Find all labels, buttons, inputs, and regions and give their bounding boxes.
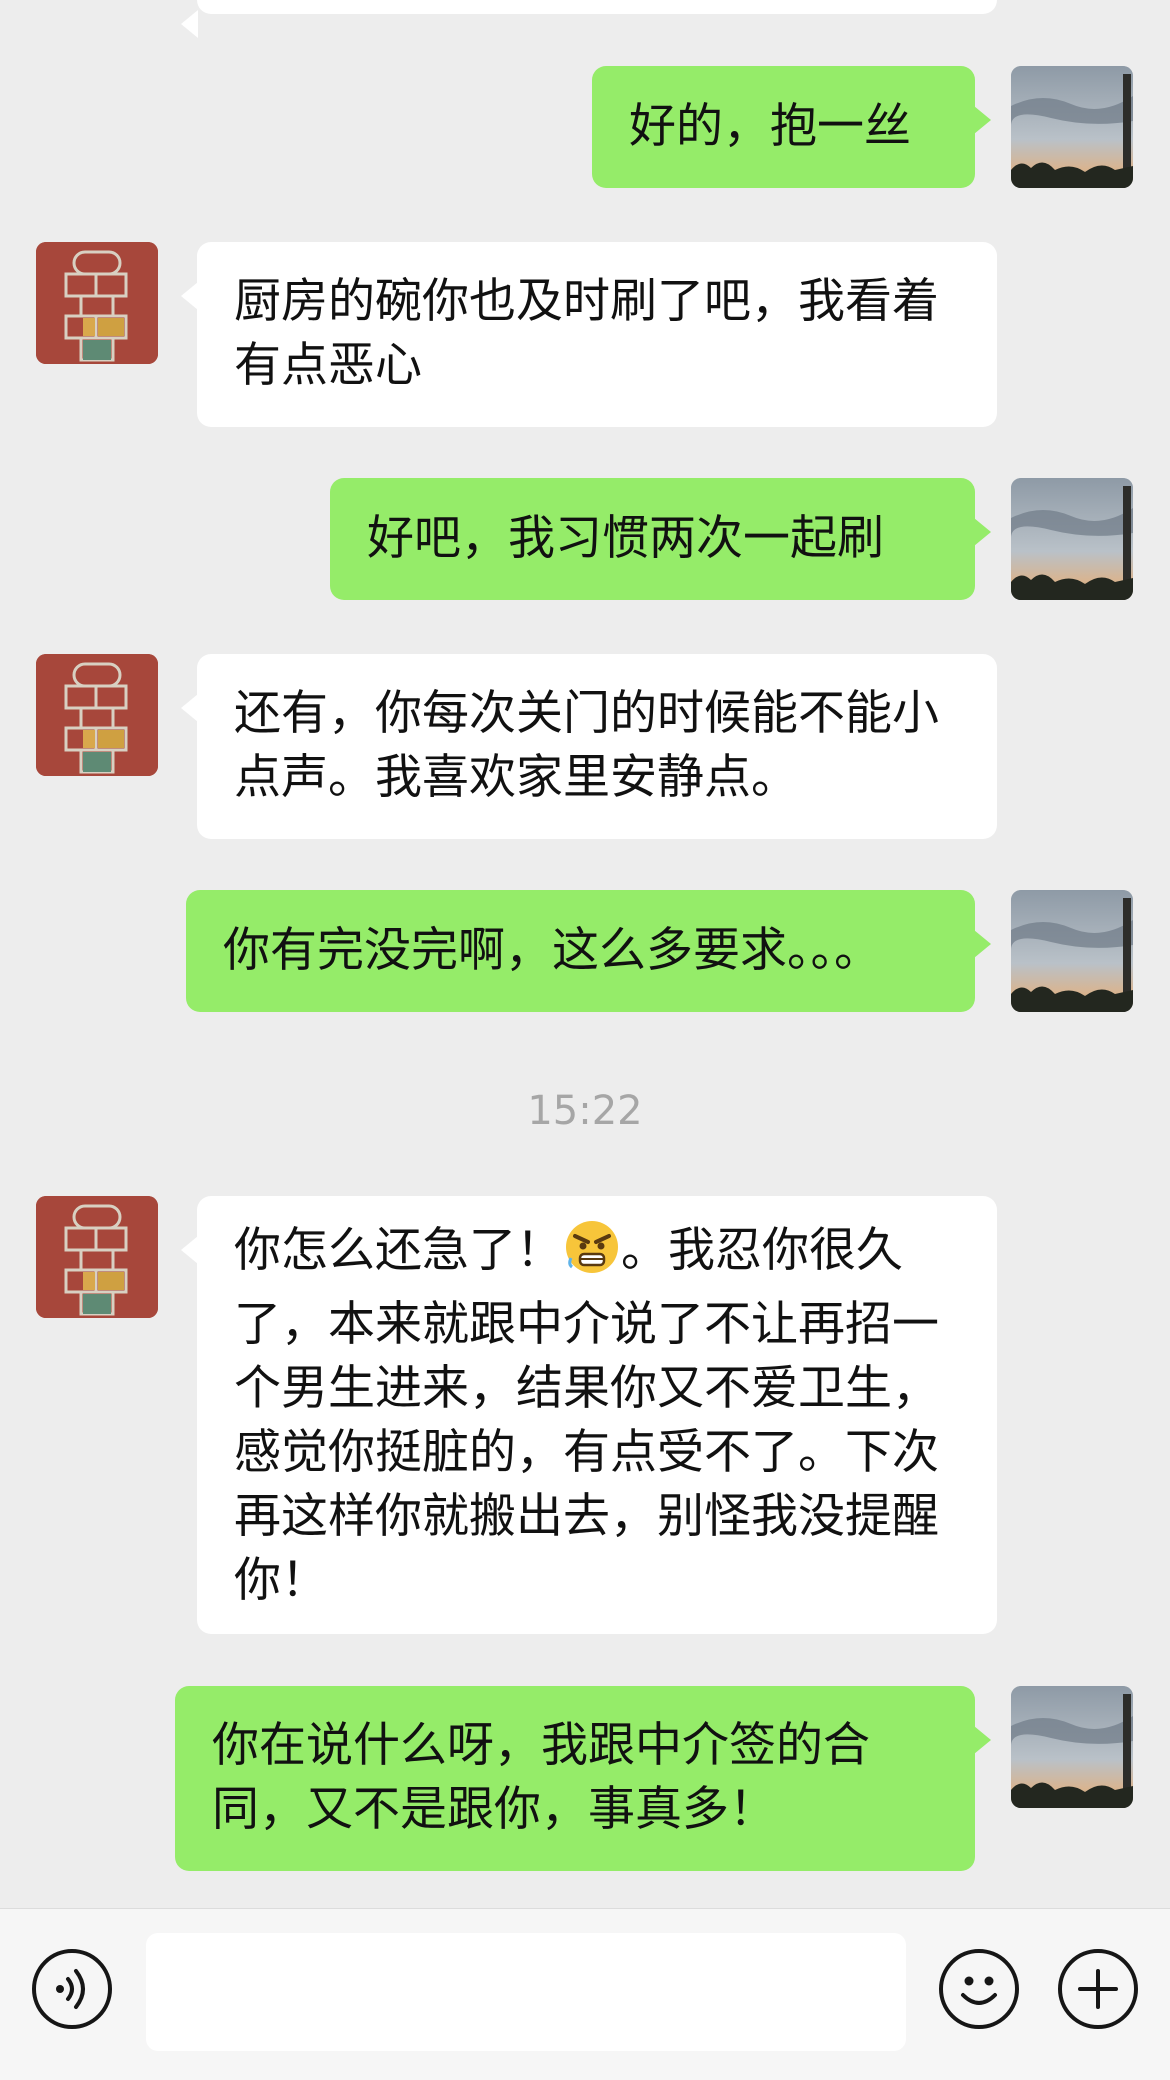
message-text: 好吧，我习惯两次一起刷 bbox=[367, 511, 884, 566]
message-bubble-other[interactable]: 厨房的碗你也及时刷了吧，我看着有点恶心 bbox=[181, 242, 997, 427]
message-bubble-self[interactable]: 你在说什么呀，我跟中介签的合同，又不是跟你，事真多！ bbox=[175, 1686, 991, 1871]
self-avatar[interactable] bbox=[1011, 66, 1133, 188]
message-bubble-partial bbox=[181, 0, 997, 38]
chat-area[interactable]: 好的，抱一丝 厨房的碗你也及时刷了吧，我看着有点恶心 好吧，我习惯两次一起刷 还… bbox=[0, 0, 1170, 1908]
emoji-icon[interactable] bbox=[939, 1949, 1019, 2029]
contact-avatar[interactable] bbox=[36, 1196, 158, 1318]
contact-avatar[interactable] bbox=[36, 654, 158, 776]
message-bubble-self[interactable]: 好的，抱一丝 bbox=[592, 66, 991, 188]
message-input[interactable] bbox=[146, 1933, 906, 2051]
message-bubble-other[interactable]: 还有，你每次关门的时候能不能小点声。我喜欢家里安静点。 bbox=[181, 654, 997, 839]
self-avatar[interactable] bbox=[1011, 890, 1133, 1012]
self-avatar[interactable] bbox=[1011, 478, 1133, 600]
message-bubble-self[interactable]: 好吧，我习惯两次一起刷 bbox=[330, 478, 991, 600]
message-text: 你怎么还急了！ 。我忍你很久了，本来就跟中介说了不让再招一个男生进来，结果你又不… bbox=[234, 1218, 964, 1613]
message-text: 你有完没完啊，这么多要求。。。 bbox=[223, 923, 881, 978]
message-text-part: 你怎么还急了！ bbox=[234, 1223, 563, 1278]
message-text: 你在说什么呀，我跟中介签的合同，又不是跟你，事真多！ bbox=[212, 1718, 870, 1837]
message-bubble-other[interactable]: 你怎么还急了！ 。我忍你很久了，本来就跟中介说了不让再招一个男生进来，结果你又不… bbox=[181, 1196, 997, 1634]
angry-face-emoji-icon bbox=[563, 1218, 621, 1293]
self-avatar[interactable] bbox=[1011, 1686, 1133, 1808]
message-text: 还有，你每次关门的时候能不能小点声。我喜欢家里安静点。 bbox=[234, 686, 939, 805]
plus-icon[interactable] bbox=[1058, 1949, 1138, 2029]
message-bubble-self[interactable]: 你有完没完啊，这么多要求。。。 bbox=[186, 890, 991, 1012]
message-text: 厨房的碗你也及时刷了吧，我看着有点恶心 bbox=[234, 274, 939, 393]
message-timestamp: 15:22 bbox=[527, 1088, 643, 1134]
voice-icon[interactable] bbox=[32, 1949, 112, 2029]
input-bar bbox=[0, 1908, 1170, 2080]
message-text: 好的，抱一丝 bbox=[629, 99, 911, 154]
contact-avatar[interactable] bbox=[36, 242, 158, 364]
